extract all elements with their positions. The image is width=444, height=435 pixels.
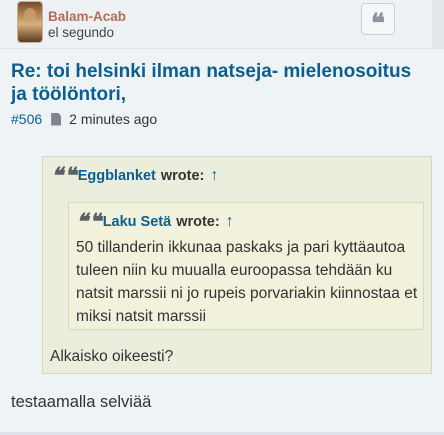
author-name[interactable]: Balam-Acab [48, 9, 126, 24]
jump-to-quote-icon[interactable]: ↑ [226, 213, 234, 231]
inner-quote-header: ❝ ❝ Laku Setä wrote: ↑ [76, 209, 234, 235]
quote-button[interactable]: ❝ [361, 3, 395, 39]
post-time: 2 minutes ago [69, 111, 158, 127]
avatar[interactable] [18, 2, 42, 42]
jump-to-quote-icon[interactable]: ↑ [210, 167, 218, 185]
quote-mark-icon: ❝ [66, 163, 79, 189]
inner-quote-text: 50 tillanderin ikkunaa paskaks ja pari k… [76, 239, 418, 325]
quote-wrote-label: wrote: [176, 214, 220, 230]
post-number-link[interactable]: #506 [11, 111, 42, 127]
file-icon [51, 112, 62, 126]
post-author-row: Balam-Acab el segundo ❝ [0, 0, 444, 49]
inner-quote: ❝ ❝ Laku Setä wrote: ↑ 50 tillanderin ik… [68, 202, 424, 330]
post-meta: #506 2 minutes ago [11, 111, 157, 127]
quote-wrote-label: wrote: [160, 168, 205, 184]
quote-mark-icon: ❝ [76, 209, 88, 235]
forum-post: Balam-Acab el segundo ❝ Re: toi helsinki… [0, 0, 444, 435]
post-title[interactable]: Re: toi helsinki ilman natseja- mielenos… [11, 60, 431, 106]
author-rank: el segundo [48, 25, 115, 40]
quote-author-link[interactable]: Eggblanket [78, 168, 156, 184]
outer-quote-header: ❝ ❝ Eggblanket wrote: ↑ [51, 163, 218, 189]
post-body-text: testaamalla selviää [11, 393, 152, 411]
outer-quote-text: Alkaisko oikeesti? [50, 348, 174, 365]
outer-quote: ❝ ❝ Eggblanket wrote: ↑ ❝ ❝ Laku Setä wr… [42, 156, 432, 374]
quote-icon: ❝ [371, 9, 385, 39]
quote-mark-icon: ❝ [51, 163, 63, 189]
author-row-edge [432, 0, 444, 48]
quote-author-link[interactable]: Laku Setä [103, 214, 172, 230]
quote-mark-icon: ❝ [91, 209, 104, 235]
